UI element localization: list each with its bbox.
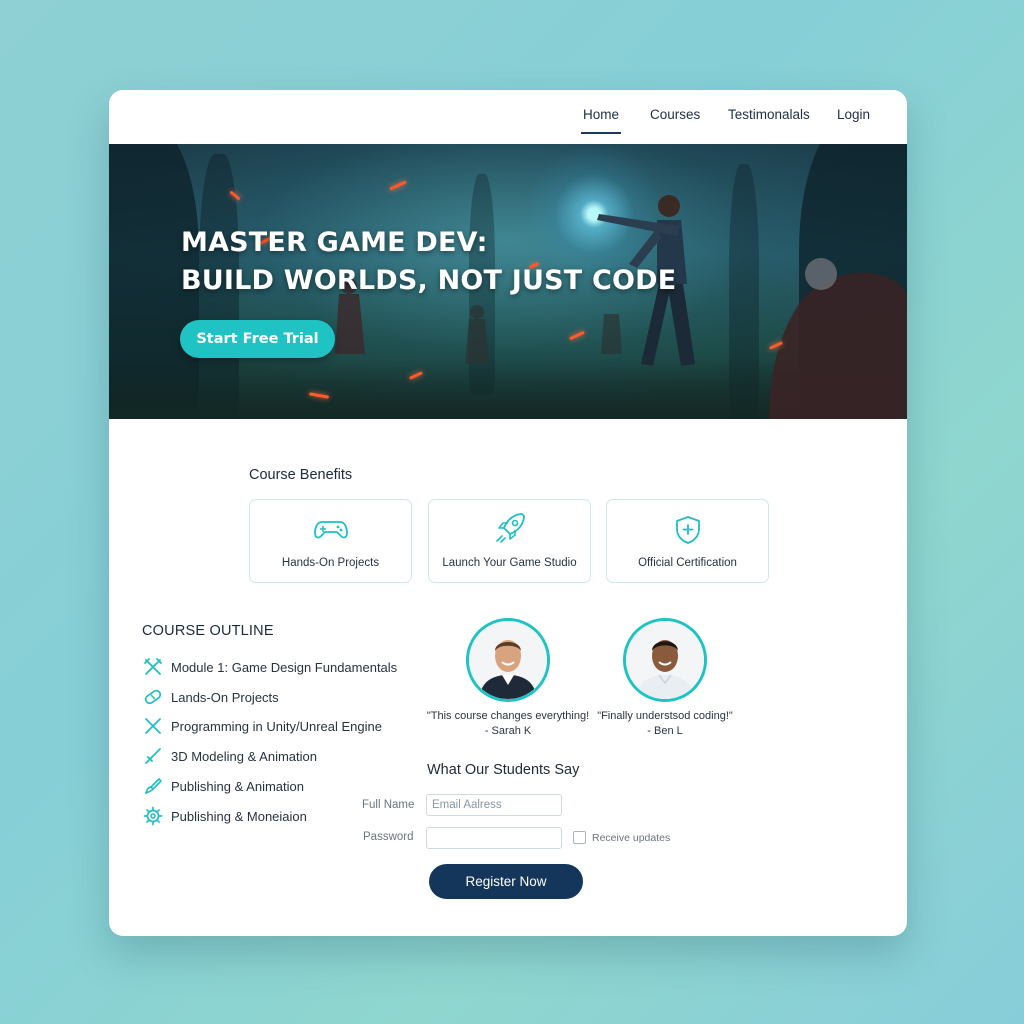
outline-item-label: Module 1: Game Design Fundamentals [171,659,398,675]
shield-icon [675,516,700,544]
benefit-label: Hands-On Projects [281,557,380,569]
email-field[interactable] [426,794,562,816]
full-name-label: Full Name [362,799,415,811]
outline-item-label: Publishing & Animation [171,778,304,794]
crossed-swords-icon [145,718,161,734]
page-card: Home Courses Testimonalals Login MASTER … [109,90,907,936]
benefit-label: Official Certification [638,557,737,569]
testimonials-title: What Our Students Say [427,762,580,778]
nav-home[interactable]: Home [580,107,622,134]
avatar-sarah [466,618,550,702]
start-free-trial-button[interactable]: Start Free Trial [180,320,335,358]
benefit-card-launch-studio: Launch Your Game Studio [428,499,591,583]
outline-item[interactable]: 3D Modeling & Animation [143,745,317,767]
brush-icon [144,778,162,795]
top-navigation: Home Courses Testimonalals Login [109,90,907,144]
password-label: Password [363,831,414,843]
password-field[interactable] [426,827,562,849]
course-outline-title: COURSE OUTLINE [142,623,274,639]
bandage-icon [144,689,162,705]
benefit-card-certification: Official Certification [606,499,769,583]
receive-updates-label: Receive updates [592,832,671,844]
person-portrait-icon [469,621,547,699]
nav-testimonials[interactable]: Testimonalals [728,107,810,122]
register-now-button[interactable]: Register Now [429,864,583,899]
testimonial-ben: "Finally understsod coding!" - Ben L [565,709,765,739]
outline-item[interactable]: Programming in Unity/Unreal Engine [143,715,382,737]
crossed-tools-icon [144,658,162,675]
person-portrait-icon [626,621,704,699]
benefits-title: Course Benefits [249,467,353,483]
hero-banner: MASTER GAME DEV: BUILD WORLDS, NOT JUST … [109,144,907,419]
avatar-ben [623,618,707,702]
testimonial-quote: "Finally understsod coding!" [597,710,733,722]
benefit-card-hands-on: Hands-On Projects [249,499,412,583]
outline-item-label: 3D Modeling & Animation [171,748,317,764]
hero-title: MASTER GAME DEV: BUILD WORLDS, NOT JUST … [181,224,701,300]
outline-item[interactable]: Publishing & Moneiaion [143,805,307,827]
nav-courses[interactable]: Courses [650,107,700,122]
outline-item-label: Lands-On Projects [171,689,279,705]
gamepad-icon [313,521,348,539]
nav-login[interactable]: Login [837,107,870,122]
gear-icon [143,806,163,826]
sword-icon [145,748,161,764]
outline-item[interactable]: Module 1: Game Design Fundamentals [143,656,397,678]
outline-item[interactable]: Publishing & Animation [143,775,304,797]
rocket-icon [495,513,525,543]
outline-item-label: Publishing & Moneiaion [171,808,307,824]
testimonial-author: - Ben L [647,725,683,737]
outline-item-label: Programming in Unity/Unreal Engine [171,718,382,734]
outline-item[interactable]: Lands-On Projects [143,686,279,708]
receive-updates-checkbox[interactable] [573,831,586,844]
hero-title-line-1: MASTER GAME DEV: [181,227,488,258]
hero-title-line-2: BUILD WORLDS, NOT JUST CODE [181,265,677,296]
benefit-label: Launch Your Game Studio [442,557,577,569]
